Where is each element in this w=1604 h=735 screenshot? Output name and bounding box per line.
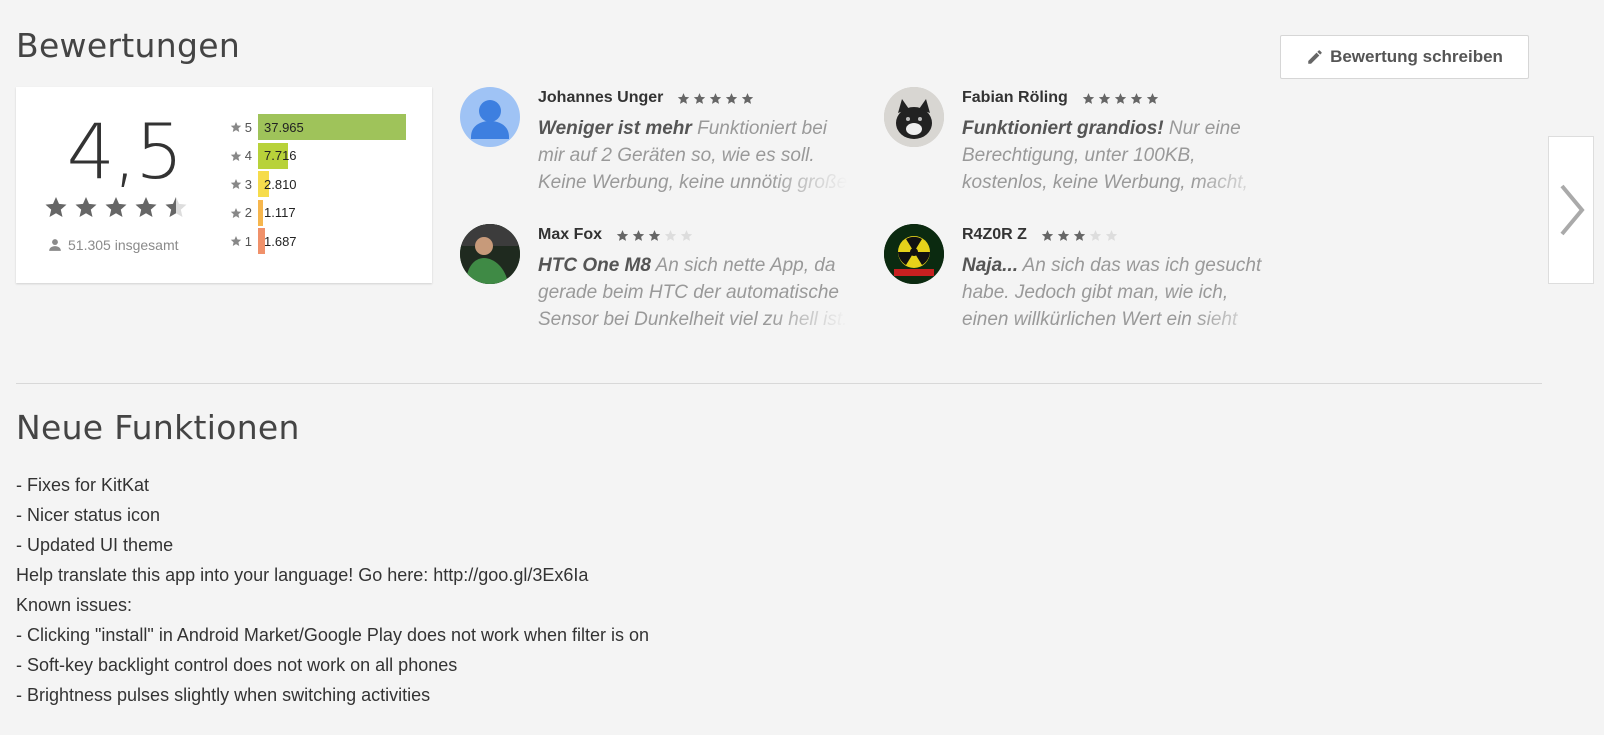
whats-new-line: - Nicer status icon (16, 505, 161, 525)
histogram-value: 7.716 (264, 148, 297, 164)
review-author: R4Z0R Z (962, 226, 1027, 243)
review-title: Funktioniert grandios! (962, 118, 1164, 139)
star-icon (230, 207, 242, 218)
histogram-row: 4 7.716 (221, 142, 421, 171)
star-icon (1041, 229, 1054, 241)
star-icon (75, 197, 97, 217)
section-divider (16, 383, 1542, 384)
star-icon (1073, 229, 1086, 241)
whats-new-line: Known issues: (16, 595, 133, 615)
total-ratings-label: 51.305 insgesamt (68, 237, 179, 253)
histogram-star-count: 4 (244, 148, 252, 164)
chevron-right-icon (1560, 184, 1585, 236)
histogram-label: 3 (221, 177, 258, 192)
star-icon (726, 92, 738, 104)
star-icon (1146, 92, 1158, 104)
histogram-bar: 7.716 (258, 142, 297, 169)
star-icon (1105, 229, 1118, 241)
histogram-star-count: 3 (244, 176, 252, 192)
star-icon (230, 179, 242, 190)
star-icon (680, 229, 693, 241)
star-icon (678, 92, 690, 104)
review-title: Weniger ist mehr (538, 118, 692, 139)
star-icon (230, 122, 242, 133)
histogram-value: 2.810 (264, 176, 297, 192)
review-text: Funktioniert grandios! Nur eine Berechti… (962, 115, 1272, 196)
histogram-label: 5 (221, 120, 258, 135)
star-icon (616, 229, 629, 241)
star-icon (1130, 92, 1142, 104)
histogram-row: 3 2.810 (221, 170, 421, 199)
radiation-symbol-avatar (884, 224, 944, 284)
review-title: HTC One M8 (538, 255, 651, 276)
histogram-row: 5 37.965 (221, 113, 421, 142)
review-text: Naja... An sich das was ich gesucht habe… (962, 252, 1272, 333)
histogram-star-count: 2 (244, 205, 252, 221)
person-photo-avatar (460, 224, 520, 284)
review-stars (677, 92, 757, 105)
histogram-bar: 37.965 (258, 114, 406, 141)
rating-histogram: 5 37.965 4 7.716 3 2.810 2 1.117 1 1.687 (221, 113, 421, 256)
histogram-value: 37.965 (264, 119, 304, 135)
star-icon (1098, 92, 1110, 104)
star-icon (165, 197, 187, 217)
star-icon (230, 236, 242, 247)
write-review-button[interactable]: Bewertung schreiben (1280, 35, 1529, 79)
ratings-title: Bewertungen (16, 26, 241, 65)
star-icon (742, 92, 754, 104)
histogram-row: 2 1.117 (221, 199, 421, 228)
review-text: HTC One M8 An sich nette App, da gerade … (538, 252, 848, 333)
user-icon (49, 239, 61, 251)
star-icon (1114, 92, 1126, 104)
cat-photo-avatar (884, 87, 944, 147)
histogram-bar: 1.687 (258, 228, 297, 255)
next-reviews-button[interactable] (1548, 136, 1594, 284)
whats-new-list: - Fixes for KitKat - Nicer status icon -… (16, 470, 649, 710)
review-author: Johannes Unger (538, 89, 664, 106)
review-text: Weniger ist mehr Funktioniert bei mir au… (538, 115, 848, 196)
star-icon (45, 197, 67, 217)
histogram-value: 1.117 (264, 205, 296, 221)
rating-summary-card: 4,5 51.305 insgesamt 5 37.965 4 7.716 3 2.810… (16, 87, 432, 283)
star-icon (105, 197, 127, 217)
whats-new-line: Help translate this app into your langua… (16, 565, 589, 585)
write-review-label: Bewertung schreiben (1330, 47, 1503, 66)
histogram-label: 1 (221, 234, 258, 249)
review-author: Max Fox (538, 226, 603, 243)
star-icon (632, 229, 645, 241)
average-score: 4,5 (66, 107, 184, 196)
average-stars (44, 195, 194, 224)
whats-new-line: - Fixes for KitKat (16, 475, 150, 495)
histogram-star-count: 5 (244, 119, 252, 135)
histogram-bar: 2.810 (258, 171, 297, 198)
histogram-label: 4 (221, 148, 258, 163)
star-icon (648, 229, 661, 241)
review-author: Fabian Röling (962, 89, 1068, 106)
star-icon (230, 150, 242, 161)
default-user-avatar (460, 87, 520, 147)
whats-new-line: - Soft-key backlight control does not wo… (16, 655, 458, 675)
whats-new-line: - Brightness pulses slightly when switch… (16, 685, 431, 705)
star-icon (1057, 229, 1070, 241)
whats-new-title: Neue Funktionen (16, 408, 300, 447)
histogram-star-count: 1 (244, 233, 252, 249)
review-stars (1041, 229, 1121, 242)
star-icon (664, 229, 677, 241)
star-icon (694, 92, 706, 104)
whats-new-line: - Updated UI theme (16, 535, 174, 555)
star-icon (710, 92, 722, 104)
histogram-bar: 1.117 (258, 199, 296, 226)
review-title: Naja... (962, 255, 1018, 276)
whats-new-line: - Clicking "install" in Android Market/G… (16, 625, 650, 645)
histogram-row: 1 1.687 (221, 227, 421, 256)
total-ratings: 51.305 insgesamt (48, 237, 179, 253)
histogram-label: 2 (221, 205, 258, 220)
star-icon (1082, 92, 1094, 104)
review-stars (616, 229, 696, 242)
star-icon (135, 197, 157, 217)
star-icon (1089, 229, 1102, 241)
pencil-icon (1308, 50, 1322, 64)
review-stars (1082, 92, 1162, 105)
histogram-value: 1.687 (264, 233, 297, 249)
